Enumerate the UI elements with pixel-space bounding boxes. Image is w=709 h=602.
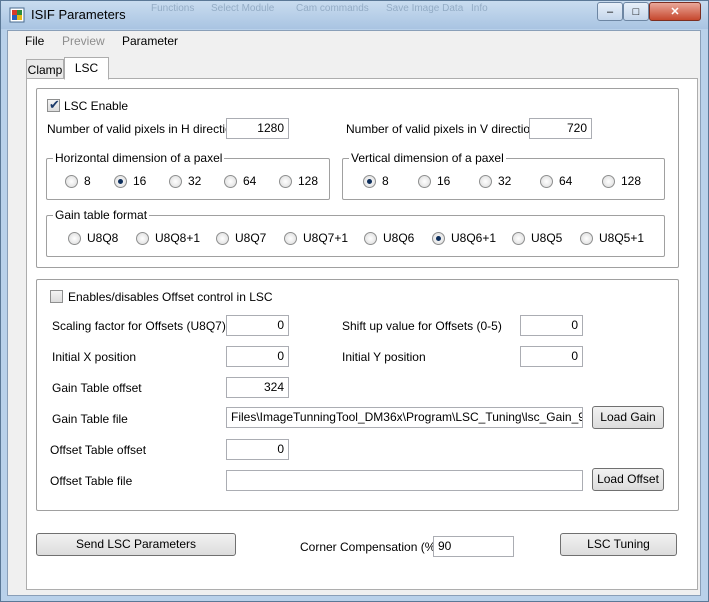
gain-table-file-input[interactable]: Files\ImageTunningTool_DM36x\Program\LSC…: [226, 407, 583, 428]
load-offset-button[interactable]: Load Offset: [592, 468, 664, 491]
radio-selected-dot: [118, 179, 123, 184]
initial-y-label: Initial Y position: [342, 350, 426, 364]
v-paxel-radio-8[interactable]: [363, 175, 376, 188]
gain-format-radio-u8q5[interactable]: [512, 232, 525, 245]
lsc-enable-checkbox[interactable]: ✔: [47, 97, 60, 112]
h-paxel-label-128: 128: [298, 174, 319, 188]
background-ghost-text: Info: [471, 3, 488, 14]
offset-enable-label: Enables/disables Offset control in LSC: [68, 290, 273, 304]
gain-format-radio-u8q8[interactable]: [68, 232, 81, 245]
gain-format-label-u8q6plus1: U8Q6+1: [451, 231, 497, 245]
vertical-paxel-title: Vertical dimension of a paxel: [349, 151, 506, 165]
shift-up-input[interactable]: 0: [520, 315, 583, 336]
radio-selected-dot: [367, 179, 372, 184]
valid-h-input[interactable]: 1280: [226, 118, 289, 139]
close-button[interactable]: ✕: [649, 2, 701, 21]
gain-format-label-u8q7plus1: U8Q7+1: [303, 231, 349, 245]
gain-format-radio-u8q8plus1[interactable]: [136, 232, 149, 245]
v-paxel-label-32: 32: [498, 174, 512, 188]
v-paxel-radio-32[interactable]: [479, 175, 492, 188]
gain-table-offset-label: Gain Table offset: [52, 381, 142, 395]
tab-lsc[interactable]: LSC: [64, 57, 109, 80]
radio-selected-dot: [436, 236, 441, 241]
offset-table-file-input[interactable]: [226, 470, 583, 491]
h-paxel-radio-64[interactable]: [224, 175, 237, 188]
v-paxel-label-8: 8: [382, 174, 389, 188]
offset-table-offset-label: Offset Table offset: [50, 443, 147, 457]
h-paxel-radio-32[interactable]: [169, 175, 182, 188]
gain-format-radio-u8q5plus1[interactable]: [580, 232, 593, 245]
gain-format-radio-u8q7plus1[interactable]: [284, 232, 297, 245]
maximize-button[interactable]: □: [623, 2, 649, 21]
gain-format-label-u8q8: U8Q8: [87, 231, 119, 245]
offset-table-file-label: Offset Table file: [50, 474, 133, 488]
v-paxel-label-128: 128: [621, 174, 642, 188]
title-bar[interactable]: ISIF Parameters Functions Select Module …: [1, 1, 708, 29]
gain-format-label-u8q5: U8Q5: [531, 231, 563, 245]
load-gain-button[interactable]: Load Gain: [592, 406, 664, 429]
offset-table-offset-input[interactable]: 0: [226, 439, 289, 460]
horizontal-paxel-title: Horizontal dimension of a paxel: [53, 151, 225, 165]
v-paxel-radio-64[interactable]: [540, 175, 553, 188]
menu-parameter[interactable]: Parameter: [122, 34, 178, 48]
gain-format-label-u8q5plus1: U8Q5+1: [599, 231, 645, 245]
valid-v-label: Number of valid pixels in V direction: [346, 122, 537, 136]
gain-format-radio-u8q7[interactable]: [216, 232, 229, 245]
gain-format-label-u8q8plus1: U8Q8+1: [155, 231, 201, 245]
gain-format-label-u8q6: U8Q6: [383, 231, 415, 245]
background-ghost-text: Save Image Data: [386, 3, 464, 14]
v-paxel-label-16: 16: [437, 174, 451, 188]
send-lsc-parameters-button[interactable]: Send LSC Parameters: [36, 533, 236, 556]
initial-x-label: Initial X position: [52, 350, 137, 364]
tab-clamp[interactable]: Clamp: [26, 59, 64, 80]
menu-preview[interactable]: Preview: [62, 34, 105, 48]
maximize-icon: □: [632, 6, 640, 18]
window-title: ISIF Parameters: [31, 7, 126, 22]
gain-format-title: Gain table format: [53, 208, 150, 222]
initial-x-input[interactable]: 0: [226, 346, 289, 367]
app-icon: [9, 7, 25, 23]
v-paxel-label-64: 64: [559, 174, 573, 188]
gain-format-label-u8q7: U8Q7: [235, 231, 267, 245]
h-paxel-label-64: 64: [243, 174, 257, 188]
corner-compensation-input[interactable]: 90: [433, 536, 514, 557]
background-ghost-text: Cam commands: [296, 3, 369, 14]
h-paxel-radio-16[interactable]: [114, 175, 127, 188]
h-paxel-label-32: 32: [188, 174, 202, 188]
minimize-icon: –: [606, 6, 614, 18]
v-paxel-radio-128[interactable]: [602, 175, 615, 188]
background-ghost-text: Functions: [151, 3, 195, 14]
offset-enable-checkbox[interactable]: [50, 290, 63, 303]
h-paxel-label-16: 16: [133, 174, 147, 188]
lsc-tuning-button[interactable]: LSC Tuning: [560, 533, 677, 556]
h-paxel-radio-8[interactable]: [65, 175, 78, 188]
shift-up-label: Shift up value for Offsets (0-5): [342, 319, 502, 333]
initial-y-input[interactable]: 0: [520, 346, 583, 367]
menu-file[interactable]: File: [25, 34, 44, 48]
scaling-factor-label: Scaling factor for Offsets (U8Q7): [52, 319, 226, 333]
lsc-enable-label: LSC Enable: [64, 99, 129, 113]
gain-format-radio-u8q6plus1[interactable]: [432, 232, 445, 245]
gain-table-offset-input[interactable]: 324: [226, 377, 289, 398]
gain-format-radio-u8q6[interactable]: [364, 232, 377, 245]
h-paxel-radio-128[interactable]: [279, 175, 292, 188]
minimize-button[interactable]: –: [597, 2, 623, 21]
close-icon: ✕: [670, 6, 680, 18]
v-paxel-radio-16[interactable]: [418, 175, 431, 188]
valid-v-input[interactable]: 720: [529, 118, 592, 139]
checkmark-icon: ✔: [49, 97, 60, 112]
background-ghost-text: Select Module: [211, 3, 275, 14]
valid-h-label: Number of valid pixels in H direction: [47, 122, 239, 136]
scaling-factor-input[interactable]: 0: [226, 315, 289, 336]
gain-table-file-label: Gain Table file: [52, 412, 128, 426]
h-paxel-label-8: 8: [84, 174, 91, 188]
corner-compensation-label: Corner Compensation (%): [300, 540, 440, 554]
